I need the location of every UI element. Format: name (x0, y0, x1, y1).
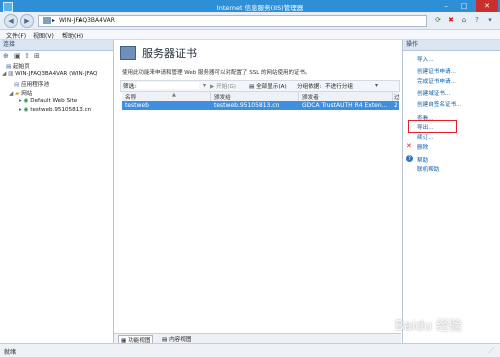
tree-label: WIN-JFAQ3BA4VAR (WIN-JFAQ (15, 71, 98, 77)
close-button[interactable]: ✕ (476, 0, 498, 12)
actions-panel: 操作 导入... 创建证书申请... 完成证书申请... 创建域证书... 创建… (402, 40, 500, 343)
tree-item-sites[interactable]: ◢ ▰ 网站 (9, 89, 32, 97)
column-name[interactable]: 名称 (125, 93, 136, 101)
collapse-icon[interactable]: ◢ (9, 91, 13, 97)
start-page-icon: ▤ (6, 64, 12, 70)
breadcrumb-arrow: ▸ (52, 17, 56, 24)
filter-bar: 筛选: ▾ ▶ 开始(G) ▤ 全部显示(A) 分组依据: 不进行分组 ▾ (120, 80, 400, 92)
collapse-icon[interactable]: ◢ (2, 71, 6, 77)
menu-view[interactable]: 视图(V) (33, 31, 54, 40)
group-by-label: 分组依据: (297, 84, 322, 90)
folder-icon: ▰ (15, 91, 20, 97)
group-by-dropdown-icon[interactable]: ▾ (375, 82, 378, 89)
action-create-self-signed[interactable]: 创建自签名证书... (417, 100, 462, 108)
address-field[interactable]: ▸ WIN-JFAQ3BA4VAR ▸ (38, 15, 427, 27)
table-row[interactable]: testweb testweb.95105813.cn GDCA TrustAU… (122, 101, 399, 110)
menu-bar: 文件(F) 视图(V) 帮助(H) (0, 30, 500, 40)
app-pool-icon: ▤ (14, 82, 20, 88)
status-text: 就绪 (4, 349, 17, 356)
maximize-button[interactable]: □ (456, 0, 472, 12)
server-icon (43, 17, 51, 24)
tree-label: Default Web Site (30, 98, 78, 104)
tree-label: testweb.95105813.cn (30, 107, 92, 113)
globe-icon: ◉ (23, 107, 29, 113)
forward-button[interactable]: ▶ (20, 14, 34, 28)
filter-dropdown-icon[interactable]: ▾ (203, 82, 206, 89)
show-all-button[interactable]: ▤ 全部显示(A) (249, 82, 287, 90)
group-by-select[interactable]: 不进行分组 (325, 82, 353, 90)
delete-icon: ✕ (406, 142, 412, 150)
action-create-request[interactable]: 创建证书申请... (417, 67, 456, 75)
certificate-icon (120, 46, 136, 60)
title-bar: Internet 信息服务(IIS)管理器 – □ ✕ (0, 0, 500, 12)
globe-icon: ◉ (23, 98, 29, 104)
connect-icon[interactable]: ⊕ (3, 52, 9, 60)
tree-item-start[interactable]: ▤ 起始页 (6, 62, 30, 70)
watermark: Baidu 经验 (395, 319, 463, 334)
breadcrumb-arrow-end[interactable]: ▸ (79, 16, 82, 26)
back-button[interactable]: ◀ (4, 14, 18, 28)
cell-expiry: 2 (394, 102, 398, 109)
action-renew[interactable]: 续订... (417, 133, 434, 141)
tree-item-testweb[interactable]: ▸ ◉ testweb.95105813.cn (19, 107, 91, 113)
app-icon (3, 2, 13, 12)
filter-input[interactable] (137, 82, 199, 89)
up-icon[interactable]: ⇧ (24, 52, 30, 60)
tree-item-server[interactable]: ◢ ▥ WIN-JFAQ3BA4VAR (WIN-JFAQ (2, 71, 97, 77)
minimize-button[interactable]: – (438, 0, 454, 12)
actions-header: 操作 (403, 40, 500, 51)
action-delete[interactable]: 删除 (417, 143, 428, 151)
action-help[interactable]: 帮助 (417, 156, 428, 164)
connections-panel: 连接 ⊕ ▣ ⇧ ⊞ ▤ 起始页 ◢ ▥ WIN-JFAQ3BA4VAR (WI… (0, 40, 114, 343)
breadcrumb-server[interactable]: WIN-JFAQ3BA4VAR (59, 16, 115, 26)
start-button[interactable]: ▶ 开始(G) (210, 82, 236, 90)
menu-help[interactable]: 帮助(H) (62, 31, 83, 40)
tree-label: 起始页 (13, 64, 30, 70)
main-content: 服务器证书 使用此功能来申请和管理 Web 服务器可以对配置了 SSL 的网站使… (114, 40, 401, 343)
tree-icon[interactable]: ⊞ (34, 52, 40, 60)
tree-item-app-pools[interactable]: ▤ 应用程序池 (14, 80, 49, 88)
tree-label: 应用程序池 (21, 82, 50, 88)
tab-content-view[interactable]: ▤ 内容视图 (160, 335, 193, 343)
status-bar: 就绪 ⋰ (0, 343, 500, 357)
server-icon: ▥ (8, 71, 14, 77)
action-export[interactable]: 导出... (417, 123, 434, 131)
play-icon: ▶ (210, 84, 215, 90)
page-title: 服务器证书 (142, 47, 197, 60)
action-import[interactable]: 导入... (417, 55, 434, 63)
menu-file[interactable]: 文件(F) (6, 31, 26, 40)
expand-icon[interactable]: ▸ (19, 98, 22, 104)
show-all-icon: ▤ (249, 84, 255, 90)
connections-toolbar: ⊕ ▣ ⇧ ⊞ (0, 51, 113, 60)
start-label: 开始(G) (216, 84, 236, 90)
sort-icon: ▲ (172, 92, 176, 98)
filter-label: 筛选: (123, 84, 137, 90)
column-expiry[interactable]: 过 (394, 93, 400, 101)
tree-label: 网站 (21, 91, 33, 97)
refresh-icon[interactable]: ⟳ (433, 16, 443, 25)
save-icon[interactable]: ▣ (14, 52, 21, 60)
cell-issuer: GDCA TrustAUTH R4 Exten... (302, 102, 388, 109)
action-online-help[interactable]: 联机帮助 (417, 165, 439, 173)
cell-name: testweb (125, 102, 149, 109)
stop-icon[interactable]: ✖ (446, 16, 456, 25)
column-issuer[interactable]: 颁发者 (302, 93, 319, 101)
window-title: Internet 信息服务(IIS)管理器 (216, 4, 304, 12)
address-bar: ◀ ▶ ▸ WIN-JFAQ3BA4VAR ▸ ⟳ ✖ ⌂ ? ▾ (0, 12, 500, 30)
tree-item-default-site[interactable]: ▸ ◉ Default Web Site (19, 98, 77, 104)
show-all-label: 全部显示(A) (256, 84, 287, 90)
cell-issued-to: testweb.95105813.cn (214, 102, 280, 109)
help-icon[interactable]: ? (472, 16, 482, 25)
action-complete-request[interactable]: 完成证书申请... (417, 77, 456, 85)
connections-header: 连接 (0, 40, 113, 51)
help-circle-icon: ? (406, 155, 413, 162)
resize-grip-icon[interactable]: ⋰ (488, 347, 494, 354)
home-icon[interactable]: ⌂ (459, 16, 469, 25)
page-description: 使用此功能来申请和管理 Web 服务器可以对配置了 SSL 的网站使用的证书。 (122, 70, 311, 76)
action-create-domain-cert[interactable]: 创建域证书... (417, 89, 450, 97)
column-issued-to[interactable]: 颁发给 (214, 93, 231, 101)
expand-icon[interactable]: ▸ (19, 107, 22, 113)
dropdown-icon[interactable]: ▾ (485, 16, 495, 25)
